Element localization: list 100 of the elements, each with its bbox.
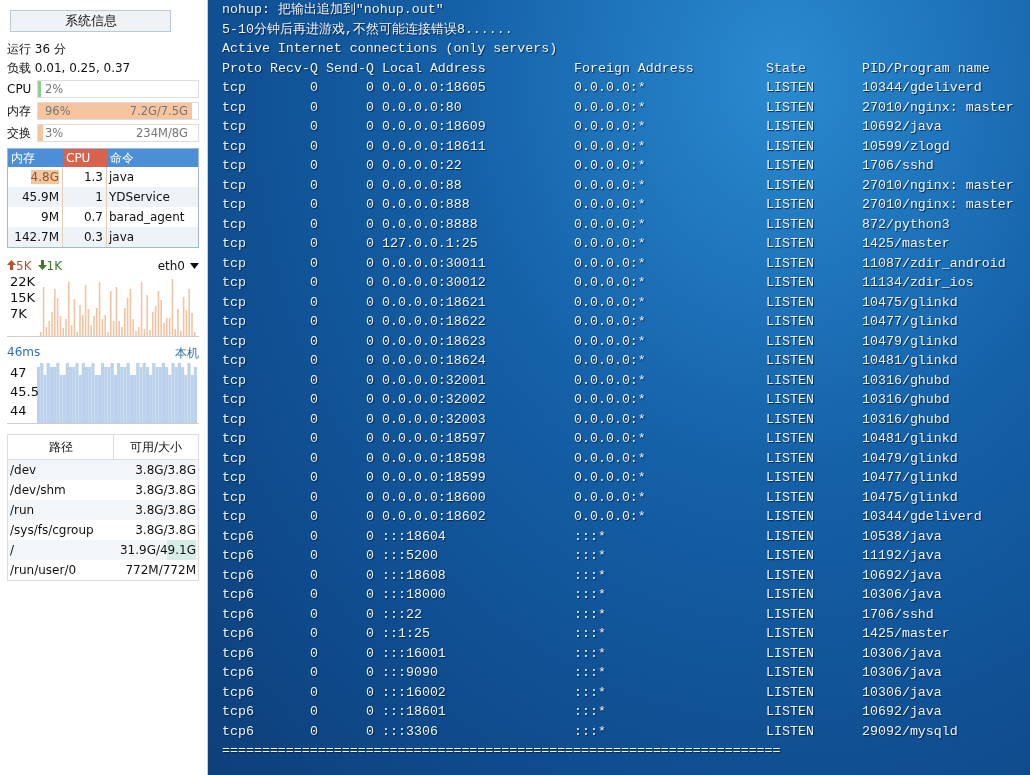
column-header[interactable]: CPU	[63, 149, 107, 167]
table-cell-text: 0	[309, 274, 318, 292]
table-cell-text: java	[107, 229, 136, 246]
table-cell-text: 10475/glinkd	[862, 488, 959, 507]
table-cell-text: /	[10, 542, 15, 559]
table-cell-text: 10316/ghubd	[862, 391, 951, 409]
column-header[interactable]: 路径	[8, 435, 113, 459]
table-cell-text: 10477/glinkd	[862, 313, 959, 331]
table-cell-text: 3.8G/3.8G	[135, 502, 196, 519]
table-cell-text: 0	[309, 352, 318, 370]
table-cell-text: 10692/java	[862, 703, 943, 721]
column-header[interactable]: 可用/大小	[113, 435, 198, 459]
table-cell-text: 0	[309, 722, 318, 741]
system-info-button[interactable]: 系统信息	[10, 10, 171, 32]
table-cell-text: 0	[309, 625, 318, 643]
table-cell-text: 0	[365, 332, 374, 351]
table-cell-text: 0	[365, 274, 374, 292]
table-cell-text: tcp6	[222, 664, 255, 682]
table-cell-text: 10481/glinkd	[862, 430, 959, 448]
table-cell-text: tcp6	[222, 625, 255, 643]
table-cell-text: 0.0.0.0:*	[574, 98, 647, 117]
table-cell-text: tcp	[222, 430, 247, 448]
table-cell-text: 0.0.0.0:888	[381, 196, 471, 214]
terminal-line: nohup: 把输出追加到"nohup.out"	[222, 1, 445, 19]
meter-percent: 2%	[45, 82, 64, 96]
table-cell-text: LISTEN	[766, 254, 815, 273]
table-cell-text: 0.0.0.0:32001	[381, 371, 487, 390]
table-cell-text: tcp6	[222, 586, 255, 604]
column-header: PID/Program name	[862, 59, 991, 78]
download-speed: 1K	[37, 259, 63, 273]
table-cell-text: 0	[365, 352, 374, 370]
table-cell-text: 0.0.0.0:80	[381, 98, 463, 117]
table-cell-text: 0.0.0.0:18623	[381, 332, 487, 351]
table-cell-text: LISTEN	[766, 235, 815, 253]
table-cell-text: LISTEN	[766, 410, 815, 429]
table-cell-text: 0.0.0.0:*	[574, 157, 647, 175]
table-cell-text: LISTEN	[766, 566, 815, 585]
table-cell-text: 0	[309, 313, 318, 331]
table-cell-text: 0	[309, 118, 318, 136]
table-cell-text: LISTEN	[766, 508, 815, 526]
table-cell-text: 0.0.0.0:*	[574, 508, 647, 526]
meter-percent: 96%	[45, 104, 71, 118]
table-cell-text: :::9090	[381, 664, 439, 682]
table-cell-text: 27010/nginx: master	[862, 98, 1015, 117]
table-cell-text: LISTEN	[766, 371, 815, 390]
table-cell-text: tcp6	[222, 527, 255, 546]
table-cell-text: tcp6	[222, 566, 255, 585]
arrow-down-icon	[37, 260, 47, 270]
table-cell-text: 0.0.0.0:*	[574, 391, 647, 409]
table-cell-text: LISTEN	[766, 391, 815, 409]
table-cell-text: tcp	[222, 488, 247, 507]
table-cell-text: 0	[365, 215, 374, 234]
table-cell-text: 0.0.0.0:*	[574, 137, 647, 156]
table-cell-text: 10599/zlogd	[862, 137, 951, 156]
axis-label: 22K	[10, 274, 36, 289]
table-cell: 4.8G	[30, 170, 59, 184]
table-cell-text: 0	[365, 371, 374, 390]
terminal-line: Active Internet connections (only servers)	[222, 40, 559, 58]
table-cell-text: 0.0.0.0:*	[574, 293, 647, 312]
table-cell-text: tcp	[222, 215, 247, 234]
table-cell-text: 10306/java	[862, 586, 943, 604]
axis-label: 45.5	[10, 384, 39, 399]
table-cell-text: 0	[365, 683, 374, 702]
axis-label: 44	[10, 403, 28, 418]
table-cell-text: 0	[365, 722, 374, 741]
table-cell-text: 0	[309, 235, 318, 253]
table-cell-text: LISTEN	[766, 488, 815, 507]
table-cell-text: LISTEN	[766, 625, 815, 643]
table-cell-text: 0.0.0.0:*	[574, 215, 647, 234]
table-cell-text: 0	[365, 410, 374, 429]
table-cell-text: 0.0.0.0:32002	[381, 391, 487, 409]
table-cell-text: :::16002	[381, 683, 447, 702]
column-header: Foreign Address	[574, 59, 695, 78]
table-cell-text: 0	[365, 313, 374, 331]
table-cell-text: 10316/ghubd	[862, 410, 951, 429]
interface-dropdown[interactable]: eth0	[157, 259, 199, 273]
table-cell-text: 0	[309, 703, 318, 721]
table-cell-text: 0.0.0.0:18600	[381, 488, 487, 507]
table-cell-text: 0	[309, 644, 318, 663]
axis-label: 7K	[10, 306, 28, 321]
table-cell: 31.9G/49.1G	[119, 540, 196, 560]
table-cell-text: 0.0.0.0:18602	[381, 508, 487, 526]
table-cell-text: 0.0.0.0:18598	[381, 449, 487, 468]
table-cell-text: 0.0.0.0:*	[574, 118, 647, 136]
table-cell-text: LISTEN	[766, 79, 815, 97]
meter-detail: 234M/8G	[136, 126, 188, 140]
table-cell-text: 0.0.0.0:*	[574, 176, 647, 195]
table-cell-text: LISTEN	[766, 586, 815, 604]
table-cell-text: 3.8G/3.8G	[135, 522, 196, 539]
meter-percent: 3%	[45, 126, 64, 140]
table-cell-text: 0.0.0.0:*	[574, 430, 647, 448]
table-cell-text: tcp	[222, 332, 247, 351]
table-cell-text: :::*	[574, 644, 607, 663]
table-cell-text: tcp	[222, 449, 247, 468]
table-cell-text: 0.0.0.0:32003	[381, 410, 487, 429]
table-cell-text: :::*	[574, 703, 607, 721]
table-cell-text: :::*	[574, 566, 607, 585]
meter-label: 内存	[7, 102, 32, 120]
table-cell-text: 0	[309, 79, 318, 97]
table-cell-text: LISTEN	[766, 215, 815, 234]
